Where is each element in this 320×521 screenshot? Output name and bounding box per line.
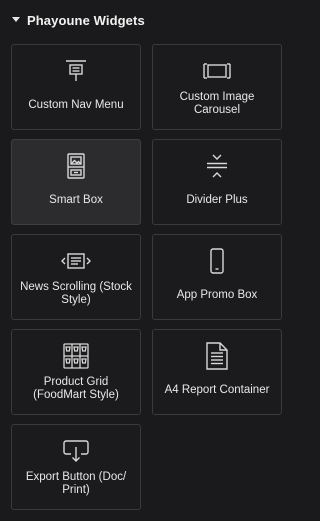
widget-card-news-scrolling[interactable]: News Scrolling (Stock Style) [11, 234, 141, 320]
image-carousel-icon [153, 58, 281, 84]
widget-card-smart-box[interactable]: Smart Box [11, 139, 141, 225]
widget-label: Product Grid (FoodMart Style) [33, 376, 119, 401]
widget-grid: Custom Nav Menu Custom Image Carousel Sm… [11, 44, 282, 510]
news-ticker-icon [12, 248, 140, 274]
divider-icon [153, 153, 281, 179]
product-grid-icon [12, 343, 140, 369]
widget-label: News Scrolling (Stock Style) [20, 281, 132, 306]
widget-label: Custom Image Carousel [179, 91, 255, 116]
widget-label: Smart Box [49, 194, 103, 206]
widget-card-app-promo-box[interactable]: App Promo Box [152, 234, 282, 320]
widget-label: Custom Nav Menu [28, 99, 124, 111]
widget-card-divider-plus[interactable]: Divider Plus [152, 139, 282, 225]
category-title: Phayoune Widgets [27, 12, 145, 28]
document-icon [153, 342, 281, 370]
export-icon [12, 438, 140, 464]
widget-label: Export Button (Doc/ Print) [25, 471, 127, 496]
widget-card-custom-nav-menu[interactable]: Custom Nav Menu [11, 44, 141, 130]
widget-card-export-button[interactable]: Export Button (Doc/ Print) [11, 424, 141, 510]
widget-panel: Phayoune Widgets Custom Nav Menu Custom … [0, 0, 293, 521]
smart-box-icon [12, 153, 140, 179]
widget-label: A4 Report Container [164, 384, 270, 396]
widget-label: App Promo Box [176, 289, 258, 301]
mobile-icon [153, 248, 281, 274]
nav-menu-icon [12, 58, 140, 84]
widget-card-product-grid[interactable]: Product Grid (FoodMart Style) [11, 329, 141, 415]
widget-card-a4-report-container[interactable]: A4 Report Container [152, 329, 282, 415]
widget-label: Divider Plus [186, 194, 248, 206]
category-header[interactable]: Phayoune Widgets [0, 10, 145, 30]
widget-card-custom-image-carousel[interactable]: Custom Image Carousel [152, 44, 282, 130]
caret-down-icon [11, 15, 21, 25]
